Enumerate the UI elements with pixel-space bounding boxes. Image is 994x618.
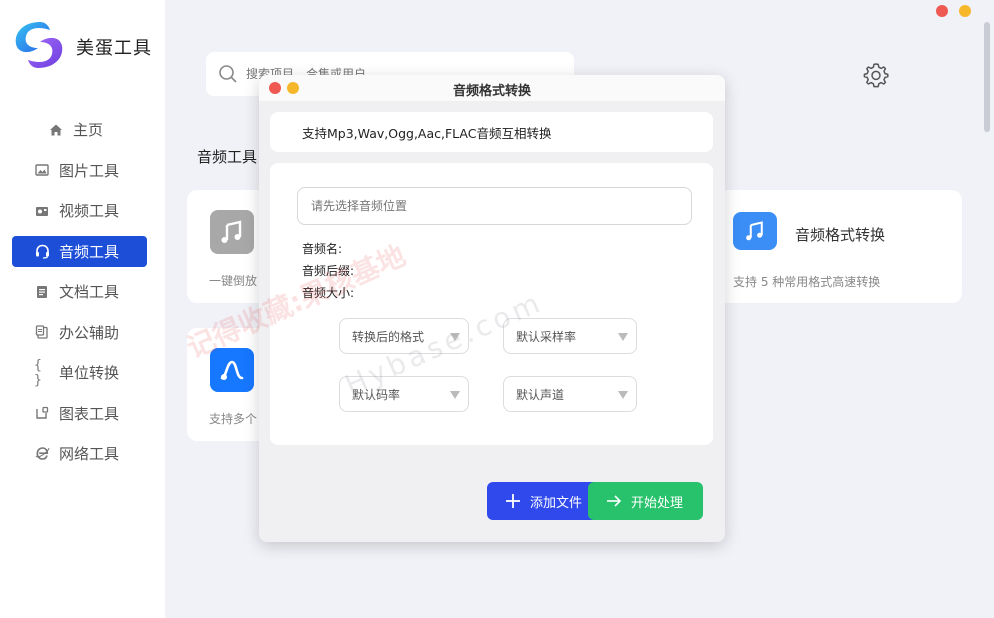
arrow-right-icon — [606, 493, 622, 509]
dialog-header: 音频格式转换 — [259, 75, 725, 101]
channel-select[interactable]: 默认声道 — [503, 376, 637, 412]
channel-select-value: 默认声道 — [516, 387, 565, 402]
support-text: 支持Mp3,Wav,Ogg,Aac,FLAC音频互相转换 — [302, 126, 552, 141]
chevron-down-icon — [618, 391, 628, 399]
sidebar-item-label: 主页 — [73, 121, 104, 139]
sidebar-item-label: 办公辅助 — [59, 323, 120, 342]
window-minimize-button[interactable] — [959, 5, 971, 17]
music-note-icon — [733, 212, 777, 250]
sidebar-nav: 主页 图片工具 视频工具 音频工具 文档工具 办公辅助 {} 单位转换 图表工… — [12, 114, 147, 479]
video-icon — [34, 203, 50, 219]
card-title: 音频格式转换 — [795, 226, 886, 244]
sidebar-item-label: 视频工具 — [59, 202, 120, 220]
sample-rate-select-value: 默认采样率 — [516, 329, 577, 344]
card-description: 一键倒放 — [209, 274, 258, 288]
audio-name-label: 音频名: — [302, 242, 343, 256]
gear-icon[interactable] — [862, 61, 890, 89]
chevron-down-icon — [618, 333, 628, 341]
chevron-down-icon — [450, 391, 460, 399]
add-file-button[interactable]: 添加文件 — [487, 482, 603, 520]
document-icon — [34, 284, 50, 300]
tool-card-format-convert[interactable]: 音频格式转换 支持 5 种常用格式高速转换 — [718, 190, 962, 303]
card-description: 支持 5 种常用格式高速转换 — [733, 275, 881, 289]
audio-path-input[interactable] — [297, 187, 692, 225]
sidebar-item-chart-tools[interactable]: 图表工具 — [12, 398, 147, 429]
window-close-button[interactable] — [936, 5, 948, 17]
app-title: 美蛋工具 — [76, 38, 152, 59]
search-icon — [219, 65, 237, 83]
braces-icon: { } — [34, 357, 42, 388]
sidebar-item-audio-tools[interactable]: 音频工具 — [12, 235, 147, 267]
start-process-button[interactable]: 开始处理 — [588, 482, 703, 520]
sidebar: 美蛋工具 主页 图片工具 视频工具 音频工具 文档工具 办公辅助 {} 单位转… — [0, 0, 165, 618]
sidebar-item-label: 文档工具 — [59, 283, 120, 301]
browser-icon — [34, 446, 50, 462]
app-logo-icon — [15, 22, 63, 68]
dialog-title: 音频格式转换 — [452, 84, 531, 99]
headset-icon — [34, 243, 50, 259]
home-icon — [48, 122, 64, 138]
scrollbar[interactable] — [984, 22, 990, 132]
image-icon — [34, 162, 50, 178]
sidebar-item-unit-convert[interactable]: { } 单位转换 — [12, 357, 147, 388]
card-description: 支持多个 — [209, 412, 258, 426]
start-process-label: 开始处理 — [631, 495, 684, 511]
sidebar-item-label: 图表工具 — [59, 404, 120, 423]
chart-icon — [34, 405, 50, 421]
sidebar-item-office-assist[interactable]: 办公辅助 — [12, 317, 147, 348]
section-title: 音频工具 — [197, 148, 258, 166]
clipboard-icon — [34, 324, 50, 340]
sidebar-item-label: 网络工具 — [59, 445, 120, 463]
sidebar-item-network-tools[interactable]: 网络工具 — [12, 438, 147, 469]
sidebar-item-label: 单位转换 — [59, 364, 120, 382]
add-file-label: 添加文件 — [530, 495, 583, 511]
plus-icon — [505, 493, 521, 509]
sidebar-item-document-tools[interactable]: 文档工具 — [12, 276, 147, 307]
sidebar-item-image-tools[interactable]: 图片工具 — [12, 155, 147, 186]
support-banner: 支持Mp3,Wav,Ogg,Aac,FLAC音频互相转换 — [270, 112, 713, 152]
sidebar-item-home[interactable]: 主页 — [12, 114, 147, 145]
sidebar-item-label: 音频工具 — [59, 242, 120, 261]
music-note-icon — [210, 210, 254, 254]
sidebar-item-video-tools[interactable]: 视频工具 — [12, 195, 147, 226]
sidebar-item-label: 图片工具 — [59, 161, 120, 180]
